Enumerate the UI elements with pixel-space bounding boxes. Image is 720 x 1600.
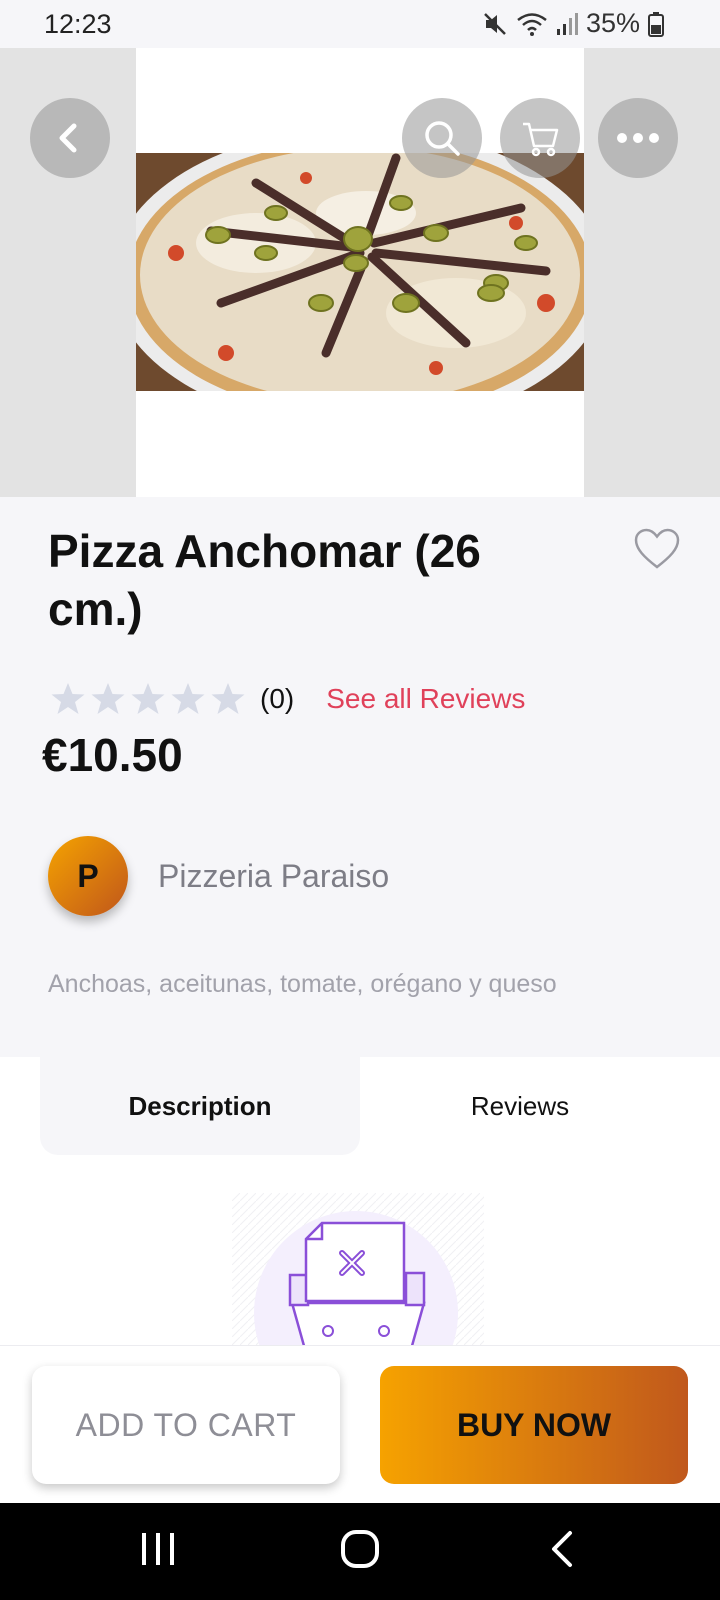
buy-now-button[interactable]: BUY NOW bbox=[380, 1366, 688, 1484]
star-icon bbox=[171, 683, 205, 714]
back-button[interactable] bbox=[30, 98, 110, 178]
empty-state-illustration bbox=[232, 1193, 484, 1347]
status-time: 12:23 bbox=[44, 9, 112, 39]
status-bar: 12:23 35% bbox=[0, 0, 720, 48]
chevron-left-icon bbox=[52, 120, 88, 156]
recent-apps-icon[interactable] bbox=[140, 1529, 176, 1574]
star-icon bbox=[91, 683, 125, 714]
tab-description[interactable]: Description bbox=[40, 1057, 360, 1155]
heart-icon bbox=[634, 528, 680, 569]
product-image-gallery[interactable] bbox=[0, 48, 720, 497]
system-nav-bar bbox=[0, 1503, 720, 1600]
back-nav-icon[interactable] bbox=[548, 1529, 578, 1574]
store-link[interactable]: P Pizzeria Paraiso bbox=[48, 836, 389, 916]
see-all-reviews-link[interactable]: See all Reviews bbox=[326, 683, 525, 715]
store-avatar: P bbox=[48, 836, 128, 916]
product-title: Pizza Anchomar (26 cm.) bbox=[48, 525, 481, 635]
battery-level: 35% bbox=[585, 8, 640, 38]
star-icon bbox=[51, 683, 85, 714]
rating-row: (0) See all Reviews bbox=[50, 682, 525, 716]
store-name: Pizzeria Paraiso bbox=[158, 857, 390, 894]
rating-stars bbox=[50, 682, 246, 716]
action-bar: ADD TO CART BUY NOW bbox=[0, 1345, 720, 1503]
favorite-button[interactable] bbox=[634, 528, 680, 575]
search-icon bbox=[422, 118, 462, 158]
status-icons: 35% bbox=[482, 8, 664, 39]
mute-icon bbox=[482, 11, 508, 37]
star-icon bbox=[211, 683, 245, 714]
product-short-description: Anchoas, aceitunas, tomate, orégano y qu… bbox=[48, 970, 557, 998]
wifi-icon bbox=[516, 11, 548, 37]
cart-button[interactable] bbox=[500, 98, 580, 178]
tab-reviews[interactable]: Reviews bbox=[360, 1057, 680, 1155]
pizza-photo bbox=[136, 153, 584, 391]
star-icon bbox=[131, 683, 165, 714]
rating-count: (0) bbox=[260, 683, 295, 714]
more-options-button[interactable] bbox=[598, 98, 678, 178]
cart-icon bbox=[520, 118, 560, 158]
search-button[interactable] bbox=[402, 98, 482, 178]
home-icon[interactable] bbox=[340, 1529, 380, 1574]
signal-icon bbox=[556, 12, 578, 36]
product-price: €10.50 bbox=[42, 729, 183, 781]
tabs-section: Description Reviews bbox=[0, 1057, 720, 1347]
add-to-cart-button[interactable]: ADD TO CART bbox=[32, 1366, 340, 1484]
more-horizontal-icon bbox=[616, 132, 660, 144]
battery-icon bbox=[648, 11, 664, 37]
